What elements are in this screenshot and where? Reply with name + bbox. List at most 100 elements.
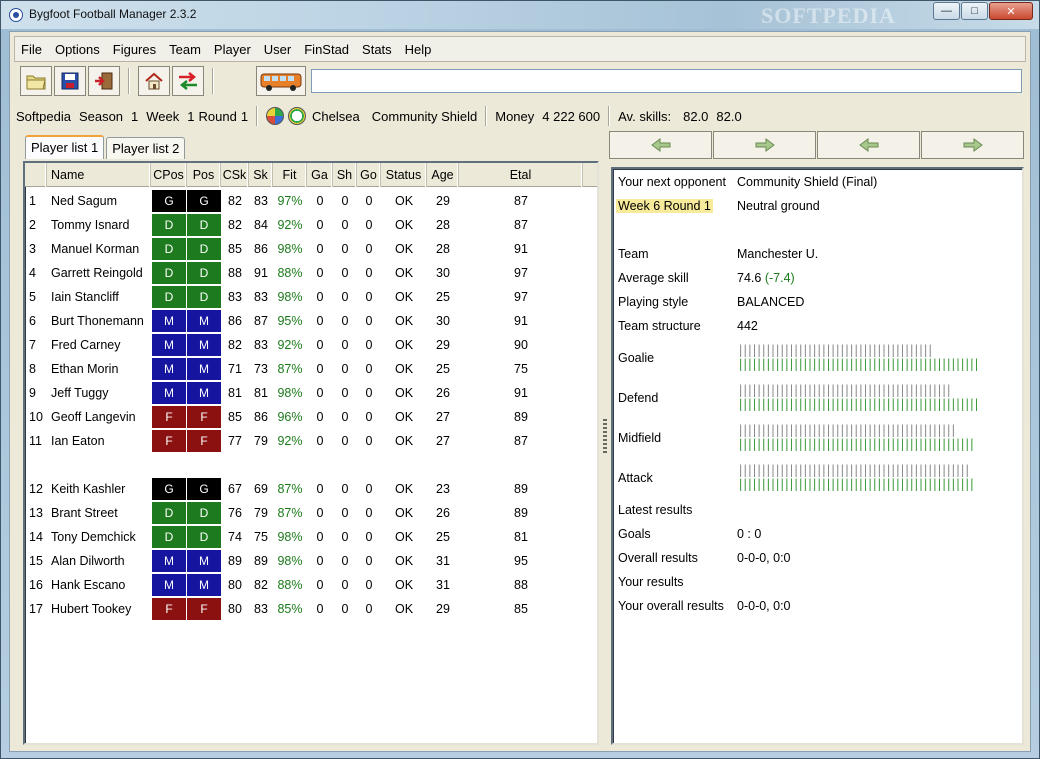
avskill-value-1: 82.0: [683, 108, 709, 124]
save-button[interactable]: [54, 66, 86, 96]
minimize-button[interactable]: —: [933, 2, 960, 20]
team-structure-value: 442: [737, 319, 758, 333]
col-pos-cell: G: [187, 189, 221, 213]
position-badge: M: [187, 574, 221, 596]
col-age-cell: 23: [436, 482, 450, 496]
col-name-cell: Garrett Reingold: [51, 266, 143, 280]
next-team-button[interactable]: [921, 131, 1024, 159]
col-number-cell: 1: [29, 194, 36, 208]
maximize-icon: □: [971, 5, 978, 17]
col-go-header[interactable]: Go: [357, 163, 381, 187]
col-sh-cell: 0: [341, 410, 349, 424]
pane-splitter[interactable]: [603, 419, 607, 453]
title-bar[interactable]: Bygfoot Football Manager 2.3.2 SOFTPEDIA…: [1, 1, 1039, 29]
exit-button[interactable]: [88, 66, 120, 96]
table-row[interactable]: 11 Ian Eaton F F 77 79 92% 0 0 0 OK 27 87: [25, 429, 597, 453]
menu-team[interactable]: Team: [169, 42, 201, 57]
col-age-cell: 31: [436, 554, 450, 568]
col-csk-cell: 82: [228, 194, 242, 208]
prev-team-button[interactable]: [817, 131, 920, 159]
menu-player[interactable]: Player: [214, 42, 251, 57]
own-strength-bar: ||||||||||||||||||||||||||||||||||||||||…: [737, 477, 975, 491]
col-csk-cell: 85: [228, 410, 242, 424]
col-name-cell: Brant Street: [51, 506, 118, 520]
table-row[interactable]: 12 Keith Kashler G G 67 69 87% 0 0 0 OK 23 89: [25, 477, 597, 501]
table-row[interactable]: 4 Garrett Reingold D D 88 91 88% 0 0 0 OK 30 97: [25, 261, 597, 285]
col-status-cell: OK: [394, 410, 414, 424]
col-name-cell: Geoff Langevin: [51, 410, 136, 424]
col-sk-cell: 79: [254, 434, 268, 448]
col-number-header[interactable]: [25, 163, 47, 187]
table-row[interactable]: 17 Hubert Tookey F F 80 83 85% 0 0 0 OK 29 85: [25, 597, 597, 621]
table-row[interactable]: 15 Alan Dilworth M M 89 89 98% 0 0 0 OK 31 95: [25, 549, 597, 573]
col-age-cell: 29: [436, 338, 450, 352]
col-sk-cell: 83: [254, 194, 268, 208]
next-button[interactable]: [713, 131, 816, 159]
col-name-cell: Iain Stancliff: [51, 290, 119, 304]
table-row[interactable]: 3 Manuel Korman D D 85 86 98% 0 0 0 OK 28 91: [25, 237, 597, 261]
user-name: Softpedia: [16, 108, 71, 124]
col-age-cell: 26: [436, 386, 450, 400]
table-row[interactable]: 5 Iain Stancliff D D 83 83 98% 0 0 0 OK 25 97: [25, 285, 597, 309]
col-status-header[interactable]: Status: [381, 163, 427, 187]
table-row[interactable]: 10 Geoff Langevin F F 85 86 96% 0 0 0 OK 27 89: [25, 405, 597, 429]
maximize-button[interactable]: □: [961, 2, 988, 20]
col-age-cell: 27: [436, 410, 450, 424]
continue-button[interactable]: [256, 66, 306, 96]
table-row[interactable]: 16 Hank Escano M M 80 82 88% 0 0 0 OK 31 88: [25, 573, 597, 597]
col-sk-header[interactable]: Sk: [249, 163, 273, 187]
position-badge: D: [187, 526, 221, 548]
col-pos-cell: M: [187, 573, 221, 597]
col-go-cell: 0: [365, 482, 373, 496]
close-button[interactable]: ✕: [989, 2, 1033, 20]
col-sh-header[interactable]: Sh: [333, 163, 357, 187]
tab-player-list-2[interactable]: Player list 2: [106, 137, 186, 159]
table-row[interactable]: 13 Brant Street D D 76 79 87% 0 0 0 OK 26 89: [25, 501, 597, 525]
col-cpos-cell: F: [151, 429, 187, 453]
table-row[interactable]: 1 Ned Sagum G G 82 83 97% 0 0 0 OK 29 87: [25, 189, 597, 213]
col-age-header[interactable]: Age: [427, 163, 459, 187]
menu-finstad[interactable]: FinStad: [304, 42, 349, 57]
menu-file[interactable]: File: [21, 42, 42, 57]
home-button[interactable]: [138, 66, 170, 96]
prev-button[interactable]: [609, 131, 712, 159]
col-etal-header[interactable]: Etal: [459, 163, 583, 187]
menu-figures[interactable]: Figures: [113, 42, 156, 57]
table-row[interactable]: 6 Burt Thonemann M M 86 87 95% 0 0 0 OK 30 91: [25, 309, 597, 333]
table-row[interactable]: 2 Tommy Isnard D D 82 84 92% 0 0 0 OK 28 87: [25, 213, 597, 237]
col-csk-header[interactable]: CSk: [221, 163, 249, 187]
col-cpos-cell: G: [151, 189, 187, 213]
col-status-cell: OK: [394, 218, 414, 232]
table-row[interactable]: 8 Ethan Morin M M 71 73 87% 0 0 0 OK 25 75: [25, 357, 597, 381]
col-ga-header[interactable]: Ga: [307, 163, 333, 187]
col-sk-cell: 81: [254, 386, 268, 400]
menu-help[interactable]: Help: [405, 42, 432, 57]
col-status-cell: OK: [394, 362, 414, 376]
col-fit-header[interactable]: Fit: [273, 163, 307, 187]
menu-options[interactable]: Options: [55, 42, 100, 57]
col-status-cell: OK: [394, 434, 414, 448]
open-button[interactable]: [20, 66, 52, 96]
col-pos-cell: D: [187, 501, 221, 525]
col-ga-cell: 0: [316, 386, 324, 400]
col-fit-cell: 97%: [277, 194, 303, 208]
col-etal-cell: 89: [514, 506, 528, 520]
position-badge: F: [187, 406, 221, 428]
transfer-button[interactable]: [172, 66, 204, 96]
your-results-label: Your results: [618, 575, 684, 589]
command-entry[interactable]: [311, 69, 1022, 93]
table-row[interactable]: 7 Fred Carney M M 82 83 92% 0 0 0 OK 29 90: [25, 333, 597, 357]
overall-results-value: 0-0-0, 0:0: [737, 551, 791, 565]
menu-user[interactable]: User: [264, 42, 291, 57]
col-cpos-header[interactable]: CPos: [151, 163, 187, 187]
menu-stats[interactable]: Stats: [362, 42, 392, 57]
tab-player-list-1[interactable]: Player list 1: [25, 135, 105, 159]
table-row[interactable]: 14 Tony Demchick D D 74 75 98% 0 0 0 OK 25 81: [25, 525, 597, 549]
col-pos-header[interactable]: Pos: [187, 163, 221, 187]
current-position-badge: D: [152, 502, 186, 524]
col-etal-cell: 91: [514, 242, 528, 256]
table-row[interactable]: 9 Jeff Tuggy M M 81 81 98% 0 0 0 OK 26 91: [25, 381, 597, 405]
exit-door-icon: [95, 72, 113, 90]
col-pos-cell: M: [187, 333, 221, 357]
col-name-header[interactable]: Name: [47, 163, 151, 187]
